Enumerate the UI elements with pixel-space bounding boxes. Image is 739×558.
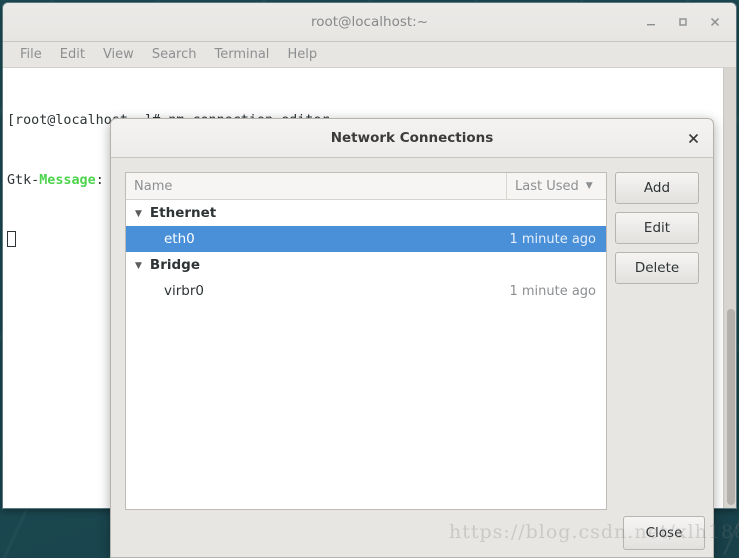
column-header-name[interactable]: Name: [126, 173, 506, 199]
column-header-name-label: Name: [134, 178, 173, 194]
close-icon[interactable]: [683, 128, 703, 148]
chevron-down-icon[interactable]: ▼: [135, 261, 142, 271]
list-group-label: Bridge: [149, 257, 200, 273]
connections-list[interactable]: Name Last Used ▼ ▼ Ethernet eth0 1 minut…: [125, 172, 607, 510]
dialog-titlebar[interactable]: Network Connections: [111, 119, 713, 158]
menu-view[interactable]: View: [94, 45, 143, 64]
connection-name: eth0: [164, 231, 195, 247]
text-cursor: [7, 231, 16, 247]
gtk-message-label: Message: [39, 173, 96, 188]
close-button[interactable]: Close: [623, 516, 705, 550]
close-icon[interactable]: [702, 9, 728, 35]
gtk-prefix: Gtk-: [7, 173, 40, 188]
terminal-title: root@localhost:~: [310, 14, 429, 30]
column-header-last-used-label: Last Used: [515, 178, 579, 194]
network-connections-dialog: Network Connections Name Last Used ▼ ▼ E…: [110, 118, 714, 558]
terminal-scrollbar-thumb[interactable]: [727, 309, 735, 505]
menu-terminal[interactable]: Terminal: [205, 45, 278, 64]
terminal-menubar: File Edit View Search Terminal Help: [3, 42, 736, 68]
chevron-down-icon[interactable]: ▼: [135, 209, 142, 219]
menu-edit[interactable]: Edit: [51, 45, 94, 64]
list-group-label: Ethernet: [149, 205, 217, 221]
terminal-scrollbar[interactable]: [723, 68, 736, 508]
edit-button[interactable]: Edit: [615, 212, 699, 244]
chevron-down-icon: ▼: [585, 181, 593, 191]
table-row[interactable]: virbr0 1 minute ago: [126, 278, 606, 304]
list-group-bridge[interactable]: ▼ Bridge: [126, 252, 606, 278]
dialog-title: Network Connections: [330, 130, 494, 146]
connections-area: Name Last Used ▼ ▼ Ethernet eth0 1 minut…: [125, 172, 699, 510]
dialog-content: Name Last Used ▼ ▼ Ethernet eth0 1 minut…: [111, 158, 713, 557]
dialog-footer: Close: [111, 511, 713, 557]
menu-help[interactable]: Help: [278, 45, 326, 64]
menu-file[interactable]: File: [11, 45, 51, 64]
connection-name: virbr0: [164, 283, 204, 299]
list-group-ethernet[interactable]: ▼ Ethernet: [126, 200, 606, 226]
table-row[interactable]: eth0 1 minute ago: [126, 226, 606, 252]
connection-last-used: 1 minute ago: [509, 283, 596, 299]
add-button[interactable]: Add: [615, 172, 699, 204]
maximize-icon[interactable]: [670, 9, 696, 35]
list-column-headers: Name Last Used ▼: [126, 173, 606, 200]
connection-action-buttons: Add Edit Delete: [615, 172, 699, 510]
menu-search[interactable]: Search: [143, 45, 206, 64]
connection-last-used: 1 minute ago: [509, 231, 596, 247]
window-controls: [638, 3, 728, 41]
minimize-icon[interactable]: [638, 9, 664, 35]
column-header-last-used[interactable]: Last Used ▼: [506, 173, 606, 199]
delete-button[interactable]: Delete: [615, 252, 699, 284]
terminal-titlebar[interactable]: root@localhost:~: [3, 3, 736, 42]
